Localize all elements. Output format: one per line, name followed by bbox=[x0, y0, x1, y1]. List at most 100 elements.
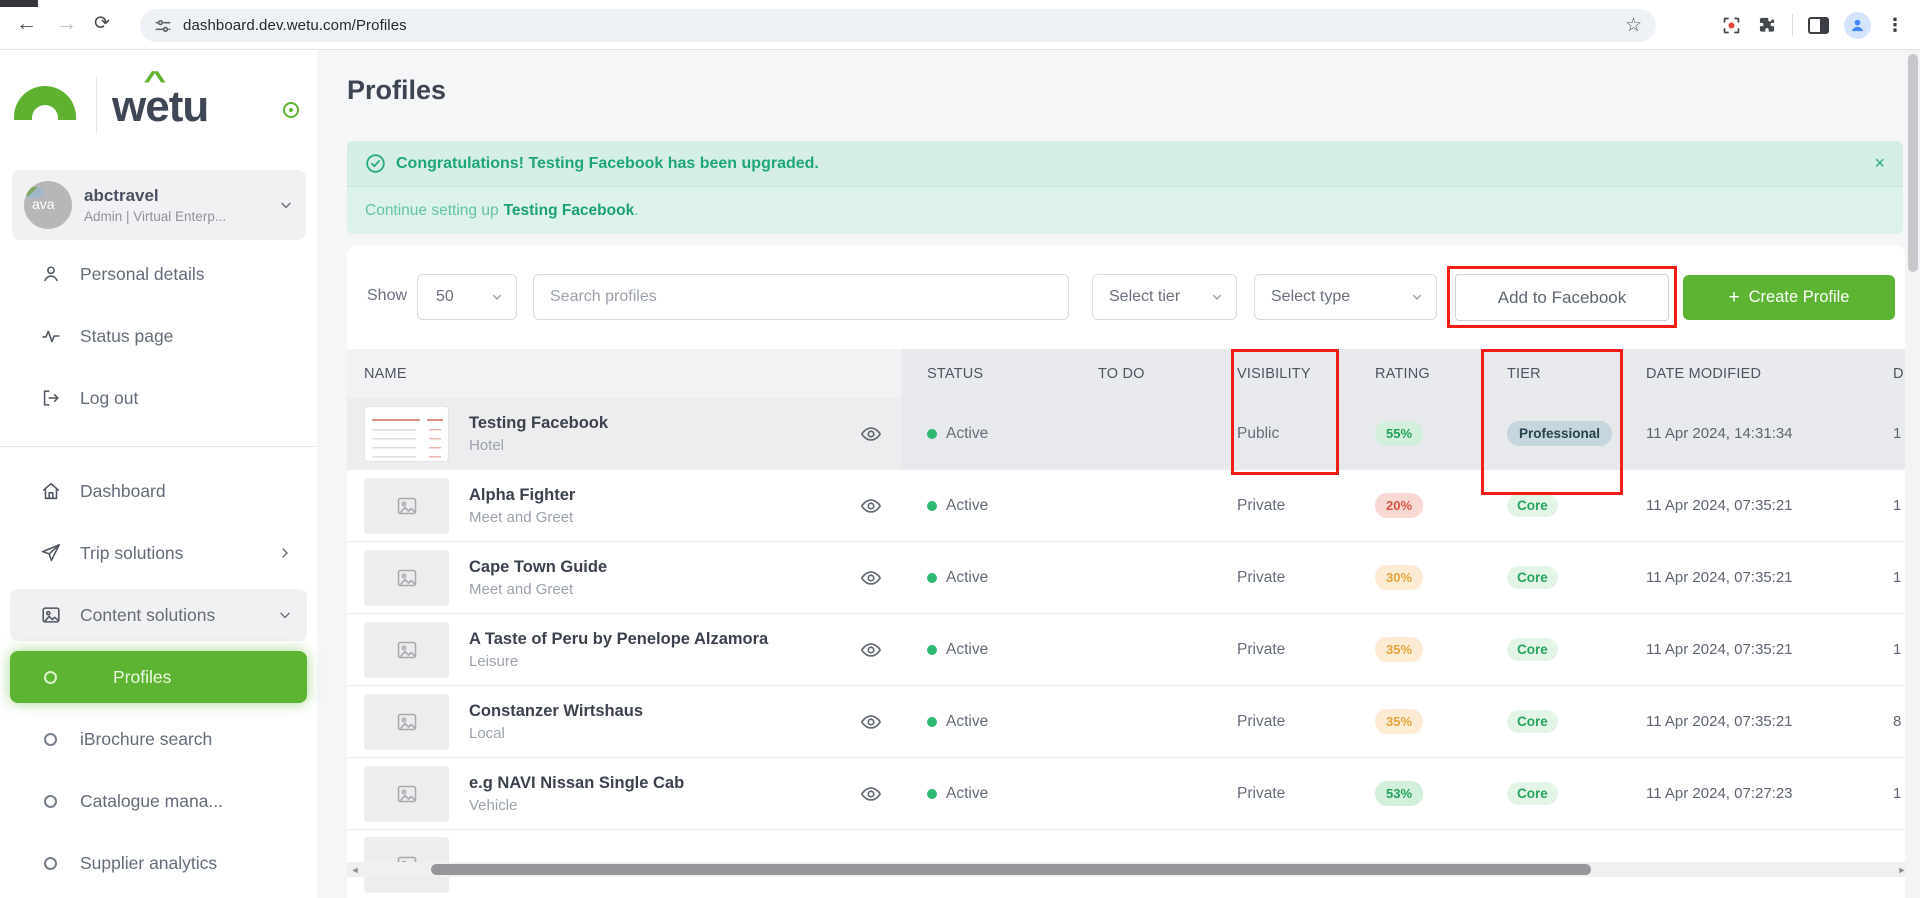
profile-thumbnail bbox=[364, 550, 449, 606]
logo-circumflex: ^ bbox=[144, 65, 165, 96]
visibility-cell: Private bbox=[1209, 713, 1357, 731]
search-input[interactable] bbox=[533, 274, 1069, 320]
sidebar-item-ibrochure-search[interactable]: iBrochure search bbox=[0, 708, 317, 770]
sidebar-item-supplier-analytics[interactable]: Supplier analytics bbox=[0, 832, 317, 894]
tier-badge: Core bbox=[1507, 494, 1558, 517]
profiles-card: Show 50 Select tier Select type bbox=[347, 245, 1905, 898]
profile-name[interactable]: Alpha Fighter bbox=[469, 486, 575, 505]
status-dot bbox=[927, 645, 937, 655]
date-modified-cell: 11 Apr 2024, 07:35:21 bbox=[1632, 569, 1867, 586]
check-circle-icon bbox=[365, 153, 386, 174]
sidebar-item-personal-details[interactable]: Personal details bbox=[0, 243, 317, 305]
chevron-down-icon bbox=[277, 607, 293, 623]
banner-continue-suffix: . bbox=[634, 202, 638, 220]
type-select[interactable]: Select type bbox=[1254, 274, 1437, 320]
sidebar-item-profiles-active[interactable]: Profiles bbox=[10, 651, 307, 703]
sidebar-collapse-icon[interactable] bbox=[283, 102, 299, 118]
browser-toolbar: ← → ⟳ dashboard.dev.wetu.com/Profiles ☆ bbox=[0, 0, 1920, 50]
address-bar[interactable]: dashboard.dev.wetu.com/Profiles ☆ bbox=[140, 9, 1656, 42]
vertical-scrollbar[interactable] bbox=[1906, 50, 1920, 898]
column-header-visibility: VISIBILITY bbox=[1209, 366, 1357, 382]
sidebar-item-trip-solutions[interactable]: Trip solutions bbox=[0, 522, 317, 584]
profile-name[interactable]: Testing Facebook bbox=[469, 414, 608, 433]
table-row[interactable]: e.g NAVI Nissan Single Cab Vehicle Activ… bbox=[347, 758, 1905, 830]
logo-divider bbox=[96, 76, 97, 134]
success-banner: Congratulations! Testing Facebook has be… bbox=[347, 141, 1903, 234]
plus-icon: + bbox=[1729, 287, 1740, 309]
cutoff-cell: 1 bbox=[1867, 569, 1905, 586]
status-dot bbox=[927, 573, 937, 583]
sidebar-item-dashboard[interactable]: Dashboard bbox=[0, 460, 317, 522]
sidebar-item-profiles[interactable]: Profiles bbox=[0, 646, 317, 708]
tier-select[interactable]: Select tier bbox=[1092, 274, 1237, 320]
sidebar-item-log-out[interactable]: Log out bbox=[0, 367, 317, 429]
column-header-cutoff: D bbox=[1867, 366, 1905, 382]
visibility-cell: Private bbox=[1209, 569, 1357, 587]
show-label: Show bbox=[367, 287, 407, 305]
status-dot bbox=[927, 501, 937, 511]
horizontal-scroll-track[interactable] bbox=[363, 862, 1894, 877]
date-modified-cell: 11 Apr 2024, 14:31:34 bbox=[1632, 425, 1867, 442]
page-size-select[interactable]: 50 bbox=[417, 274, 517, 320]
table-row[interactable]: Cape Town Guide Meet and Greet Active Pr… bbox=[347, 542, 1905, 614]
sidebar-item-catalogue-management[interactable]: Catalogue mana... bbox=[0, 770, 317, 832]
image-placeholder-icon bbox=[395, 566, 419, 590]
eye-icon[interactable] bbox=[860, 639, 882, 661]
create-profile-button[interactable]: + Create Profile bbox=[1683, 275, 1895, 320]
status-dot bbox=[927, 429, 937, 439]
person-icon bbox=[40, 263, 62, 285]
screen-capture-icon[interactable] bbox=[1721, 15, 1742, 36]
eye-icon[interactable] bbox=[860, 423, 882, 445]
table-row[interactable]: Constanzer Wirtshaus Local Active Privat… bbox=[347, 686, 1905, 758]
eye-icon[interactable] bbox=[860, 711, 882, 733]
eye-icon[interactable] bbox=[860, 567, 882, 589]
status-label: Active bbox=[946, 569, 988, 587]
banner-continue-link[interactable]: Testing Facebook bbox=[504, 202, 635, 220]
sidebar-item-status-page[interactable]: Status page bbox=[0, 305, 317, 367]
chevron-right-icon bbox=[277, 545, 293, 561]
profile-type: Local bbox=[469, 725, 643, 742]
image-placeholder-icon bbox=[395, 710, 419, 734]
wetu-logo-text[interactable]: we^tu bbox=[112, 82, 208, 132]
rating-badge: 30% bbox=[1375, 565, 1423, 590]
table-row[interactable]: A Taste of Peru by Penelope Alzamora Lei… bbox=[347, 614, 1905, 686]
scroll-left-icon[interactable]: ◄ bbox=[347, 862, 363, 877]
table-row[interactable]: Testing Facebook Hotel Active Public 55%… bbox=[347, 398, 1905, 470]
side-panel-icon[interactable] bbox=[1808, 17, 1829, 34]
sidebar-item-content-solutions[interactable]: Content solutions bbox=[0, 584, 317, 646]
bookmark-star-icon[interactable]: ☆ bbox=[1625, 14, 1642, 37]
add-to-facebook-button[interactable]: Add to Facebook bbox=[1455, 274, 1669, 321]
horizontal-scrollbar[interactable]: ◄ ► bbox=[347, 862, 1910, 877]
extensions-icon[interactable] bbox=[1757, 15, 1777, 35]
column-header-tier: TIER bbox=[1477, 366, 1632, 382]
url-text[interactable]: dashboard.dev.wetu.com/Profiles bbox=[183, 17, 407, 34]
profile-thumbnail bbox=[364, 622, 449, 678]
chevron-down-icon bbox=[278, 197, 294, 213]
cutoff-cell: 1 bbox=[1867, 497, 1905, 514]
horizontal-scroll-thumb[interactable] bbox=[431, 864, 1591, 875]
profile-name[interactable]: Cape Town Guide bbox=[469, 558, 607, 577]
rating-badge: 35% bbox=[1375, 637, 1423, 662]
vertical-scroll-thumb[interactable] bbox=[1908, 54, 1918, 272]
eye-icon[interactable] bbox=[860, 495, 882, 517]
profile-name[interactable]: e.g NAVI Nissan Single Cab bbox=[469, 774, 684, 793]
table-row[interactable]: Alpha Fighter Meet and Greet Active Priv… bbox=[347, 470, 1905, 542]
site-info-icon[interactable] bbox=[153, 16, 173, 36]
browser-back-icon[interactable]: ← bbox=[16, 11, 37, 37]
browser-menu-icon[interactable]: ⋮ bbox=[1886, 15, 1904, 36]
browser-reload-icon[interactable]: ⟳ bbox=[94, 11, 110, 37]
browser-forward-icon[interactable]: → bbox=[56, 11, 77, 37]
close-icon[interactable]: × bbox=[1874, 153, 1885, 174]
profile-thumbnail bbox=[364, 478, 449, 534]
wetu-arch-logo-icon[interactable] bbox=[14, 86, 76, 120]
profile-name[interactable]: Constanzer Wirtshaus bbox=[469, 702, 643, 721]
cutoff-cell: 8 bbox=[1867, 713, 1905, 730]
account-switcher[interactable]: ava abctravel Admin | Virtual Enterp... bbox=[12, 170, 306, 240]
eye-icon[interactable] bbox=[860, 783, 882, 805]
status-dot bbox=[927, 789, 937, 799]
browser-profile-avatar[interactable] bbox=[1844, 12, 1871, 39]
tier-badge: Core bbox=[1507, 710, 1558, 733]
profile-name[interactable]: A Taste of Peru by Penelope Alzamora bbox=[469, 630, 768, 649]
profile-type: Meet and Greet bbox=[469, 509, 575, 526]
image-placeholder-icon bbox=[395, 638, 419, 662]
